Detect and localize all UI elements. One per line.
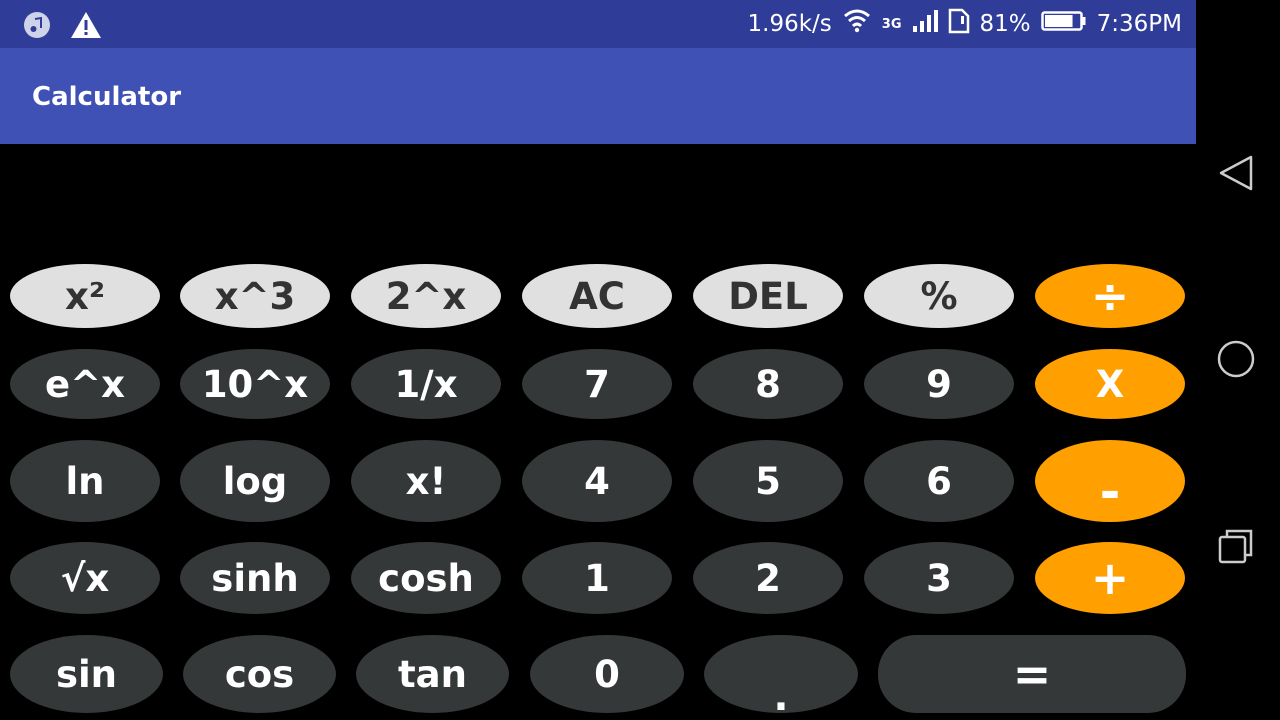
sinh-button[interactable]: sinh (180, 542, 330, 614)
key-label: + (1090, 551, 1130, 605)
digit-2-button[interactable]: 2 (693, 542, 843, 614)
digit-5-button[interactable]: 5 (693, 440, 843, 522)
key-label: x^3 (214, 274, 296, 318)
digit-6-button[interactable]: 6 (864, 440, 1014, 522)
key-label: log (222, 459, 288, 503)
cos-button[interactable]: cos (183, 635, 336, 713)
x-squared-button[interactable]: x² (10, 264, 160, 328)
app-title: Calculator (32, 82, 182, 112)
ten-power-x-button[interactable]: 10^x (180, 349, 330, 419)
two-power-x-button[interactable]: 2^x (351, 264, 501, 328)
percent-button[interactable]: % (864, 264, 1014, 328)
key-label: - (1099, 463, 1121, 521)
clock: 7:36PM (1096, 11, 1182, 37)
divide-button[interactable]: ÷ (1035, 264, 1185, 328)
key-label: x! (405, 459, 447, 503)
all-clear-button[interactable]: AC (522, 264, 672, 328)
digit-8-button[interactable]: 8 (693, 349, 843, 419)
natural-log-button[interactable]: ln (10, 440, 160, 522)
key-label: √x (60, 556, 110, 600)
key-label: tan (398, 652, 467, 696)
key-label: 1/x (394, 362, 458, 406)
key-label: 7 (584, 362, 610, 406)
sim-icon (948, 8, 970, 40)
key-label: ÷ (1090, 269, 1130, 323)
digit-9-button[interactable]: 9 (864, 349, 1014, 419)
key-label: 1 (584, 556, 610, 600)
status-bar: 1.96k/s 3G 81% 7:36PM (0, 0, 1196, 48)
warning-icon (70, 11, 102, 43)
digit-4-button[interactable]: 4 (522, 440, 672, 522)
battery-icon (1040, 10, 1087, 38)
equals-button[interactable]: = (878, 635, 1186, 713)
square-root-button[interactable]: √x (10, 542, 160, 614)
key-label: sin (55, 652, 118, 696)
key-label: cos (224, 652, 295, 696)
key-label: 6 (926, 459, 952, 503)
key-label: ln (65, 459, 105, 503)
digit-7-button[interactable]: 7 (522, 349, 672, 419)
key-label: DEL (728, 274, 808, 318)
sin-button[interactable]: sin (10, 635, 163, 713)
recents-icon[interactable] (1216, 527, 1256, 567)
delete-button[interactable]: DEL (693, 264, 843, 328)
key-label: X (1095, 362, 1125, 406)
key-label: x² (64, 274, 106, 318)
e-power-x-button[interactable]: e^x (10, 349, 160, 419)
add-button[interactable]: + (1035, 542, 1185, 614)
key-label: 9 (926, 362, 952, 406)
home-icon[interactable] (1216, 339, 1256, 379)
key-label: 8 (755, 362, 781, 406)
log-button[interactable]: log (180, 440, 330, 522)
status-right-info: 1.96k/s 3G 81% 7:36PM (748, 0, 1182, 48)
key-label: % (920, 274, 958, 318)
battery-percent: 81% (979, 11, 1031, 37)
key-label: AC (569, 274, 625, 318)
key-label: = (1012, 647, 1052, 701)
network-type: 3G (881, 16, 902, 32)
cosh-button[interactable]: cosh (351, 542, 501, 614)
x-cubed-button[interactable]: x^3 (180, 264, 330, 328)
subtract-button[interactable]: - (1035, 440, 1185, 522)
key-label: sinh (211, 556, 299, 600)
key-label: 4 (584, 459, 610, 503)
reciprocal-button[interactable]: 1/x (351, 349, 501, 419)
tan-button[interactable]: tan (356, 635, 509, 713)
key-label: . (773, 674, 789, 720)
navigation-bar (1196, 0, 1280, 720)
digit-3-button[interactable]: 3 (864, 542, 1014, 614)
multiply-button[interactable]: X (1035, 349, 1185, 419)
factorial-button[interactable]: x! (351, 440, 501, 522)
key-label: 2 (755, 556, 781, 600)
decimal-point-button[interactable]: . (704, 635, 858, 720)
digit-1-button[interactable]: 1 (522, 542, 672, 614)
digit-0-button[interactable]: 0 (530, 635, 684, 713)
key-label: 2^x (385, 274, 467, 318)
signal-icon (912, 9, 938, 39)
wifi-icon (842, 9, 872, 39)
network-speed: 1.96k/s (747, 11, 832, 37)
status-left-icons (22, 10, 102, 44)
calculator-display (0, 144, 1196, 254)
key-label: 3 (926, 556, 952, 600)
key-label: cosh (378, 556, 474, 600)
back-icon[interactable] (1216, 153, 1256, 193)
key-label: 5 (755, 459, 781, 503)
key-label: 0 (594, 652, 620, 696)
key-label: 10^x (201, 362, 309, 406)
music-icon (22, 10, 52, 44)
key-label: e^x (45, 362, 125, 406)
app-bar: Calculator (0, 48, 1196, 144)
